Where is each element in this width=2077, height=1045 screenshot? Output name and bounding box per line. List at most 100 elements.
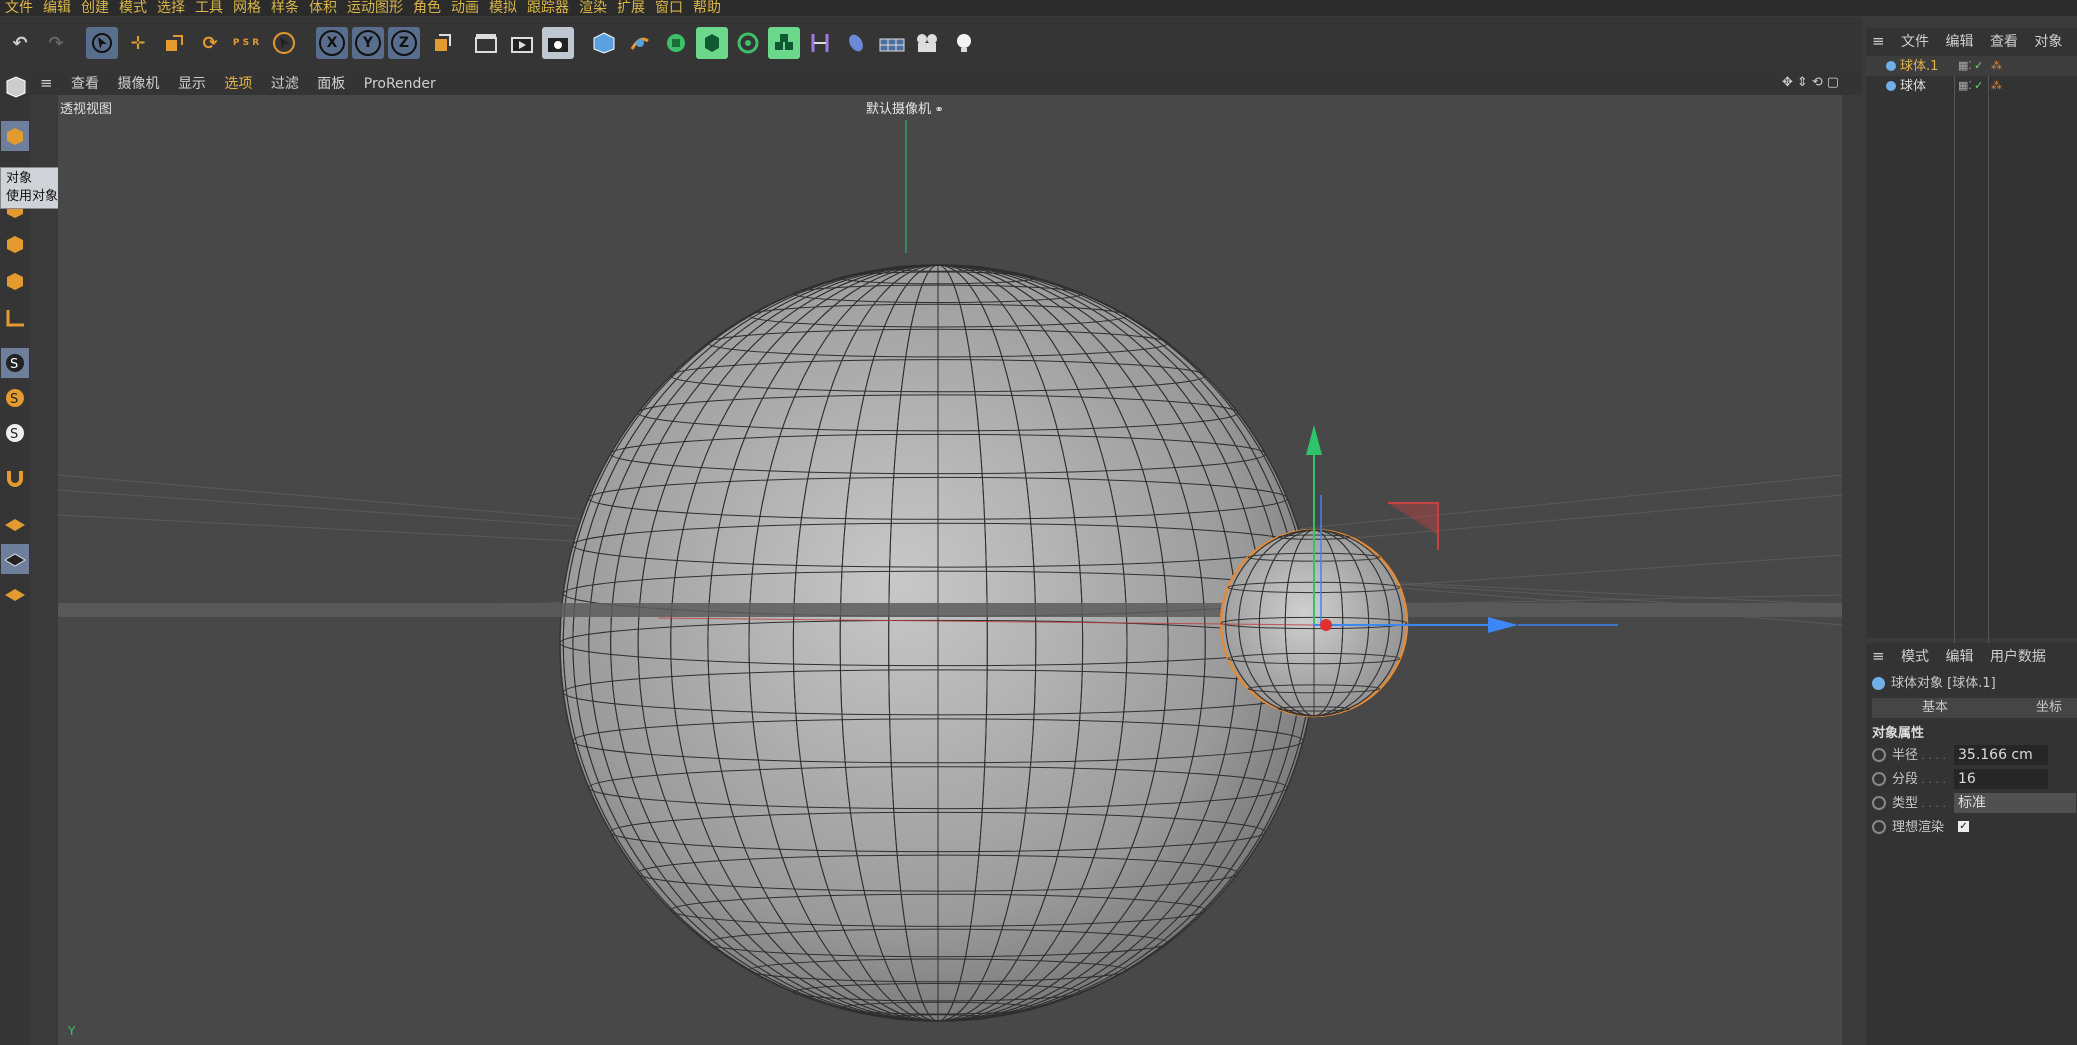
edges-mode-icon[interactable] bbox=[1, 266, 29, 296]
model-mode-icon[interactable] bbox=[1, 121, 29, 151]
menu-create[interactable]: 创建 bbox=[76, 0, 114, 16]
object-manager-hamburger-icon[interactable]: ≡ bbox=[1872, 32, 1885, 50]
viewport-canvas[interactable]: Y bbox=[58, 95, 1842, 1045]
mograph-cloner-icon[interactable] bbox=[768, 27, 800, 59]
points-mode-icon[interactable] bbox=[1, 229, 29, 259]
rotate-tool-icon[interactable]: ⟳ bbox=[194, 27, 226, 59]
tag-icon[interactable]: ⁂ bbox=[1991, 76, 2002, 96]
radio-icon[interactable] bbox=[1872, 748, 1886, 762]
visibility-toggle-icon[interactable]: ▦⁚ bbox=[1958, 76, 1972, 96]
viewport-hamburger-icon[interactable]: ≡ bbox=[40, 71, 53, 95]
menu-tracker[interactable]: 跟踪器 bbox=[522, 0, 574, 16]
redo-icon[interactable]: ↷ bbox=[40, 27, 72, 59]
perspective-viewport[interactable]: Y 透视视图 默认摄像机 ⚭ bbox=[58, 95, 1842, 1045]
tag-icon[interactable]: ⁂ bbox=[1991, 56, 2002, 76]
om-menu-objects[interactable]: 对象 bbox=[2034, 34, 2062, 50]
radius-input[interactable]: 35.166 cm bbox=[1954, 745, 2048, 765]
tab-basic[interactable]: 基本 bbox=[1922, 698, 1948, 718]
gizmo-y-handle[interactable] bbox=[1306, 425, 1322, 455]
am-menu-edit[interactable]: 编辑 bbox=[1945, 649, 1973, 665]
move-tool-icon[interactable]: ✛ bbox=[122, 27, 154, 59]
segments-input[interactable]: 16 bbox=[1954, 769, 2048, 789]
live-select-icon[interactable] bbox=[268, 27, 300, 59]
menu-render[interactable]: 渲染 bbox=[574, 0, 612, 16]
menu-help[interactable]: 帮助 bbox=[688, 0, 726, 16]
floor-object-icon[interactable] bbox=[876, 27, 908, 59]
undo-icon[interactable]: ↶ bbox=[4, 27, 36, 59]
menu-file[interactable]: 文件 bbox=[0, 0, 38, 16]
field-icon[interactable] bbox=[840, 27, 872, 59]
cloner-icon[interactable] bbox=[732, 27, 764, 59]
visibility-toggle-icon[interactable]: ▦⁚ bbox=[1958, 56, 1972, 76]
enabled-check-icon[interactable]: ✓ bbox=[1974, 76, 1983, 96]
maximize-view-icon[interactable]: ▢ bbox=[1827, 71, 1839, 95]
axis-x-lock[interactable]: X bbox=[316, 27, 348, 59]
object-row-sphere[interactable]: 球体 ▦⁚ ✓ ⁂ bbox=[1866, 76, 2077, 96]
type-dropdown[interactable]: 标准 bbox=[1954, 793, 2076, 813]
enabled-check-icon[interactable]: ✓ bbox=[1974, 56, 1983, 76]
render-picture-viewer-icon[interactable] bbox=[506, 27, 538, 59]
axis-mode-icon[interactable] bbox=[1, 303, 29, 333]
lock-workplane-icon[interactable] bbox=[1, 581, 29, 611]
render-perfect-checkbox[interactable]: ✓ bbox=[1958, 821, 1969, 832]
snap-settings-icon[interactable]: S bbox=[1, 383, 29, 413]
quantize-icon[interactable]: S bbox=[1, 418, 29, 448]
viewport-menu-cameras[interactable]: 摄像机 bbox=[117, 72, 159, 96]
attribute-manager-hamburger-icon[interactable]: ≡ bbox=[1872, 647, 1885, 665]
gizmo-z-handle[interactable] bbox=[1488, 617, 1518, 633]
psr-tool-icon[interactable]: P S R bbox=[230, 27, 262, 59]
viewport-menu-options[interactable]: 选项 bbox=[224, 72, 252, 96]
object-row-sphere-1[interactable]: 球体.1 ▦⁚ ✓ ⁂ bbox=[1866, 56, 2077, 76]
workplane-icon[interactable] bbox=[1, 509, 29, 539]
viewport-menu-panel[interactable]: 面板 bbox=[317, 72, 345, 96]
menu-window[interactable]: 窗口 bbox=[650, 0, 688, 16]
render-settings-icon[interactable] bbox=[542, 27, 574, 59]
am-menu-userdata[interactable]: 用户数据 bbox=[1990, 649, 2046, 665]
menu-mesh[interactable]: 网格 bbox=[228, 0, 266, 16]
axis-y-lock[interactable]: Y bbox=[352, 27, 384, 59]
menu-extensions[interactable]: 扩展 bbox=[612, 0, 650, 16]
extrude-generator-icon[interactable] bbox=[696, 27, 728, 59]
menu-edit[interactable]: 编辑 bbox=[38, 0, 76, 16]
object-name[interactable]: 球体.1 bbox=[1900, 59, 1938, 74]
cube-primitive-icon[interactable] bbox=[588, 27, 620, 59]
menu-character[interactable]: 角色 bbox=[408, 0, 446, 16]
snap-icon[interactable]: S bbox=[1, 348, 29, 378]
menu-mograph[interactable]: 运动图形 bbox=[342, 0, 408, 16]
tab-coord[interactable]: 坐标 bbox=[2036, 698, 2062, 718]
select-tool-icon[interactable] bbox=[86, 27, 118, 59]
pan-icon[interactable]: ✥ bbox=[1782, 71, 1793, 95]
scale-tool-icon[interactable] bbox=[158, 27, 190, 59]
light-icon[interactable] bbox=[948, 27, 980, 59]
axis-z-lock[interactable]: Z bbox=[388, 27, 420, 59]
am-menu-mode[interactable]: 模式 bbox=[1901, 649, 1929, 665]
viewport-menu-prorender[interactable]: ProRender bbox=[364, 72, 436, 96]
menu-volume[interactable]: 体积 bbox=[304, 0, 342, 16]
sphere-object[interactable] bbox=[559, 264, 1317, 1022]
radio-icon[interactable] bbox=[1872, 796, 1886, 810]
workplane-grid-icon[interactable] bbox=[1, 544, 29, 574]
menu-select[interactable]: 选择 bbox=[152, 0, 190, 16]
object-name[interactable]: 球体 bbox=[1900, 79, 1926, 94]
menu-spline[interactable]: 样条 bbox=[266, 0, 304, 16]
deformer-icon[interactable] bbox=[804, 27, 836, 59]
menu-simulate[interactable]: 模拟 bbox=[484, 0, 522, 16]
radio-icon[interactable] bbox=[1872, 772, 1886, 786]
menu-animate[interactable]: 动画 bbox=[446, 0, 484, 16]
menu-mode[interactable]: 模式 bbox=[114, 0, 152, 16]
magnet-icon[interactable] bbox=[1, 463, 29, 493]
camera-icon[interactable] bbox=[912, 27, 944, 59]
radio-icon[interactable] bbox=[1872, 820, 1886, 834]
render-view-icon[interactable] bbox=[470, 27, 502, 59]
gizmo-center[interactable] bbox=[1320, 619, 1332, 631]
viewport-menu-filter[interactable]: 过滤 bbox=[271, 72, 299, 96]
om-menu-view[interactable]: 查看 bbox=[1990, 34, 2018, 50]
om-menu-file[interactable]: 文件 bbox=[1901, 34, 1929, 50]
orbit-icon[interactable]: ⟲ bbox=[1812, 71, 1823, 95]
pen-tool-icon[interactable] bbox=[624, 27, 656, 59]
om-menu-edit[interactable]: 编辑 bbox=[1945, 34, 1973, 50]
viewport-menu-view[interactable]: 查看 bbox=[71, 72, 99, 96]
subdivision-surface-icon[interactable] bbox=[660, 27, 692, 59]
make-editable-icon[interactable] bbox=[1, 73, 29, 103]
menu-tools[interactable]: 工具 bbox=[190, 0, 228, 16]
